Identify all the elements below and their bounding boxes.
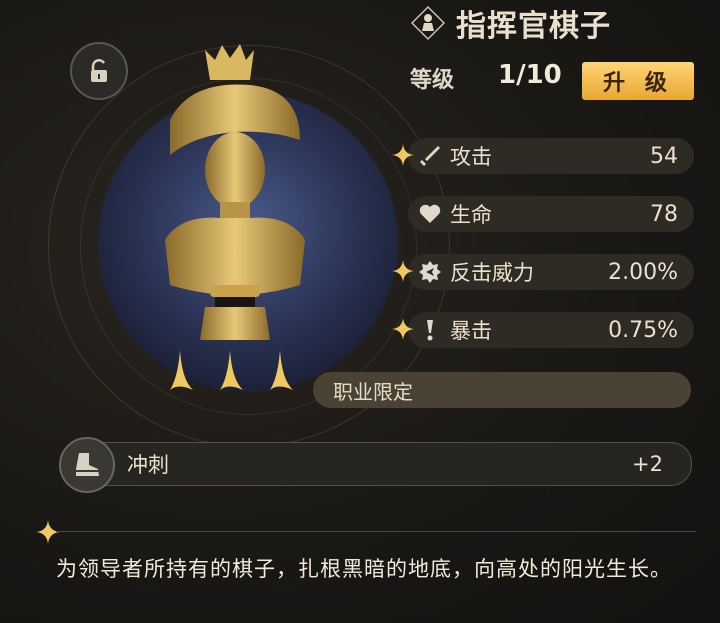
stat-value: 78 <box>650 201 678 227</box>
skill-value: +2 <box>632 452 663 476</box>
upgrade-button[interactable]: 升 级 <box>582 62 694 100</box>
star-icon <box>220 350 243 390</box>
star-rating <box>170 350 293 390</box>
sparkle-icon <box>392 260 414 282</box>
item-description: 为领导者所持有的棋子，扎根黑暗的地底，向高处的阳光生长。 <box>56 557 672 581</box>
stat-name: 暴击 <box>450 319 492 343</box>
job-restriction-bar: 职业限定 <box>313 372 691 408</box>
stat-name: 攻击 <box>450 145 492 169</box>
job-restriction-label: 职业限定 <box>333 379 413 404</box>
star-icon <box>270 350 293 390</box>
unlock-icon <box>91 59 107 82</box>
sparkle-icon <box>392 144 414 166</box>
stat-crit: 暴击 0.75% <box>392 312 694 348</box>
level-label: 等级 <box>410 68 455 93</box>
title-row: 指挥官棋子 <box>410 2 611 44</box>
counter-icon <box>416 258 444 286</box>
skill-name: 冲刺 <box>127 453 169 477</box>
level-value: 1/10 <box>498 60 562 90</box>
heart-icon <box>416 200 444 228</box>
sparkle-icon <box>392 318 414 340</box>
commander-bust-image <box>165 44 305 340</box>
divider <box>56 531 696 532</box>
stat-value: 54 <box>650 143 678 169</box>
chess-piece-icon <box>410 5 446 41</box>
stat-name: 反击威力 <box>450 261 534 285</box>
stat-attack: 攻击 54 <box>392 138 694 174</box>
item-title: 指挥官棋子 <box>456 9 611 44</box>
boot-icon <box>59 437 115 493</box>
stat-health: 生命 78 <box>408 196 694 232</box>
stat-name: 生命 <box>450 203 492 227</box>
crit-icon <box>416 316 444 344</box>
stat-counter-power: 反击威力 2.00% <box>392 254 694 290</box>
sparkle-icon <box>36 520 60 544</box>
skill-bar[interactable]: 冲刺 +2 <box>59 437 692 493</box>
stat-value: 0.75% <box>608 317 678 343</box>
lock-button[interactable] <box>70 42 128 100</box>
sword-icon <box>416 142 444 170</box>
stat-value: 2.00% <box>608 259 678 285</box>
star-icon <box>170 350 193 390</box>
